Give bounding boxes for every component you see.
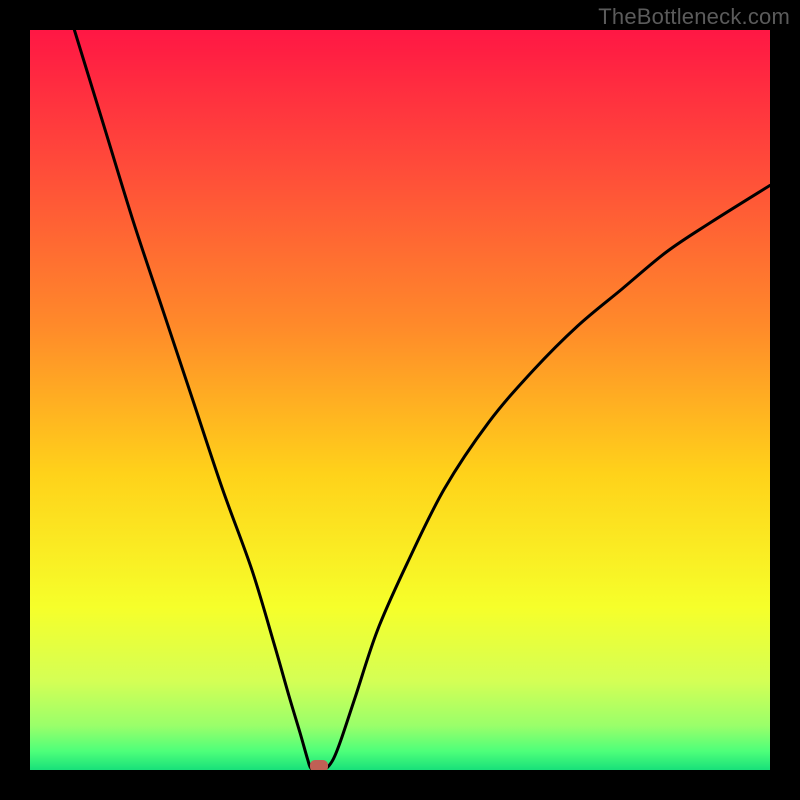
chart-svg [30, 30, 770, 770]
chart-frame: TheBottleneck.com [0, 0, 800, 800]
plot-area [30, 30, 770, 770]
optimal-point-marker [310, 760, 328, 770]
gradient-background [30, 30, 770, 770]
watermark-text: TheBottleneck.com [598, 4, 790, 30]
